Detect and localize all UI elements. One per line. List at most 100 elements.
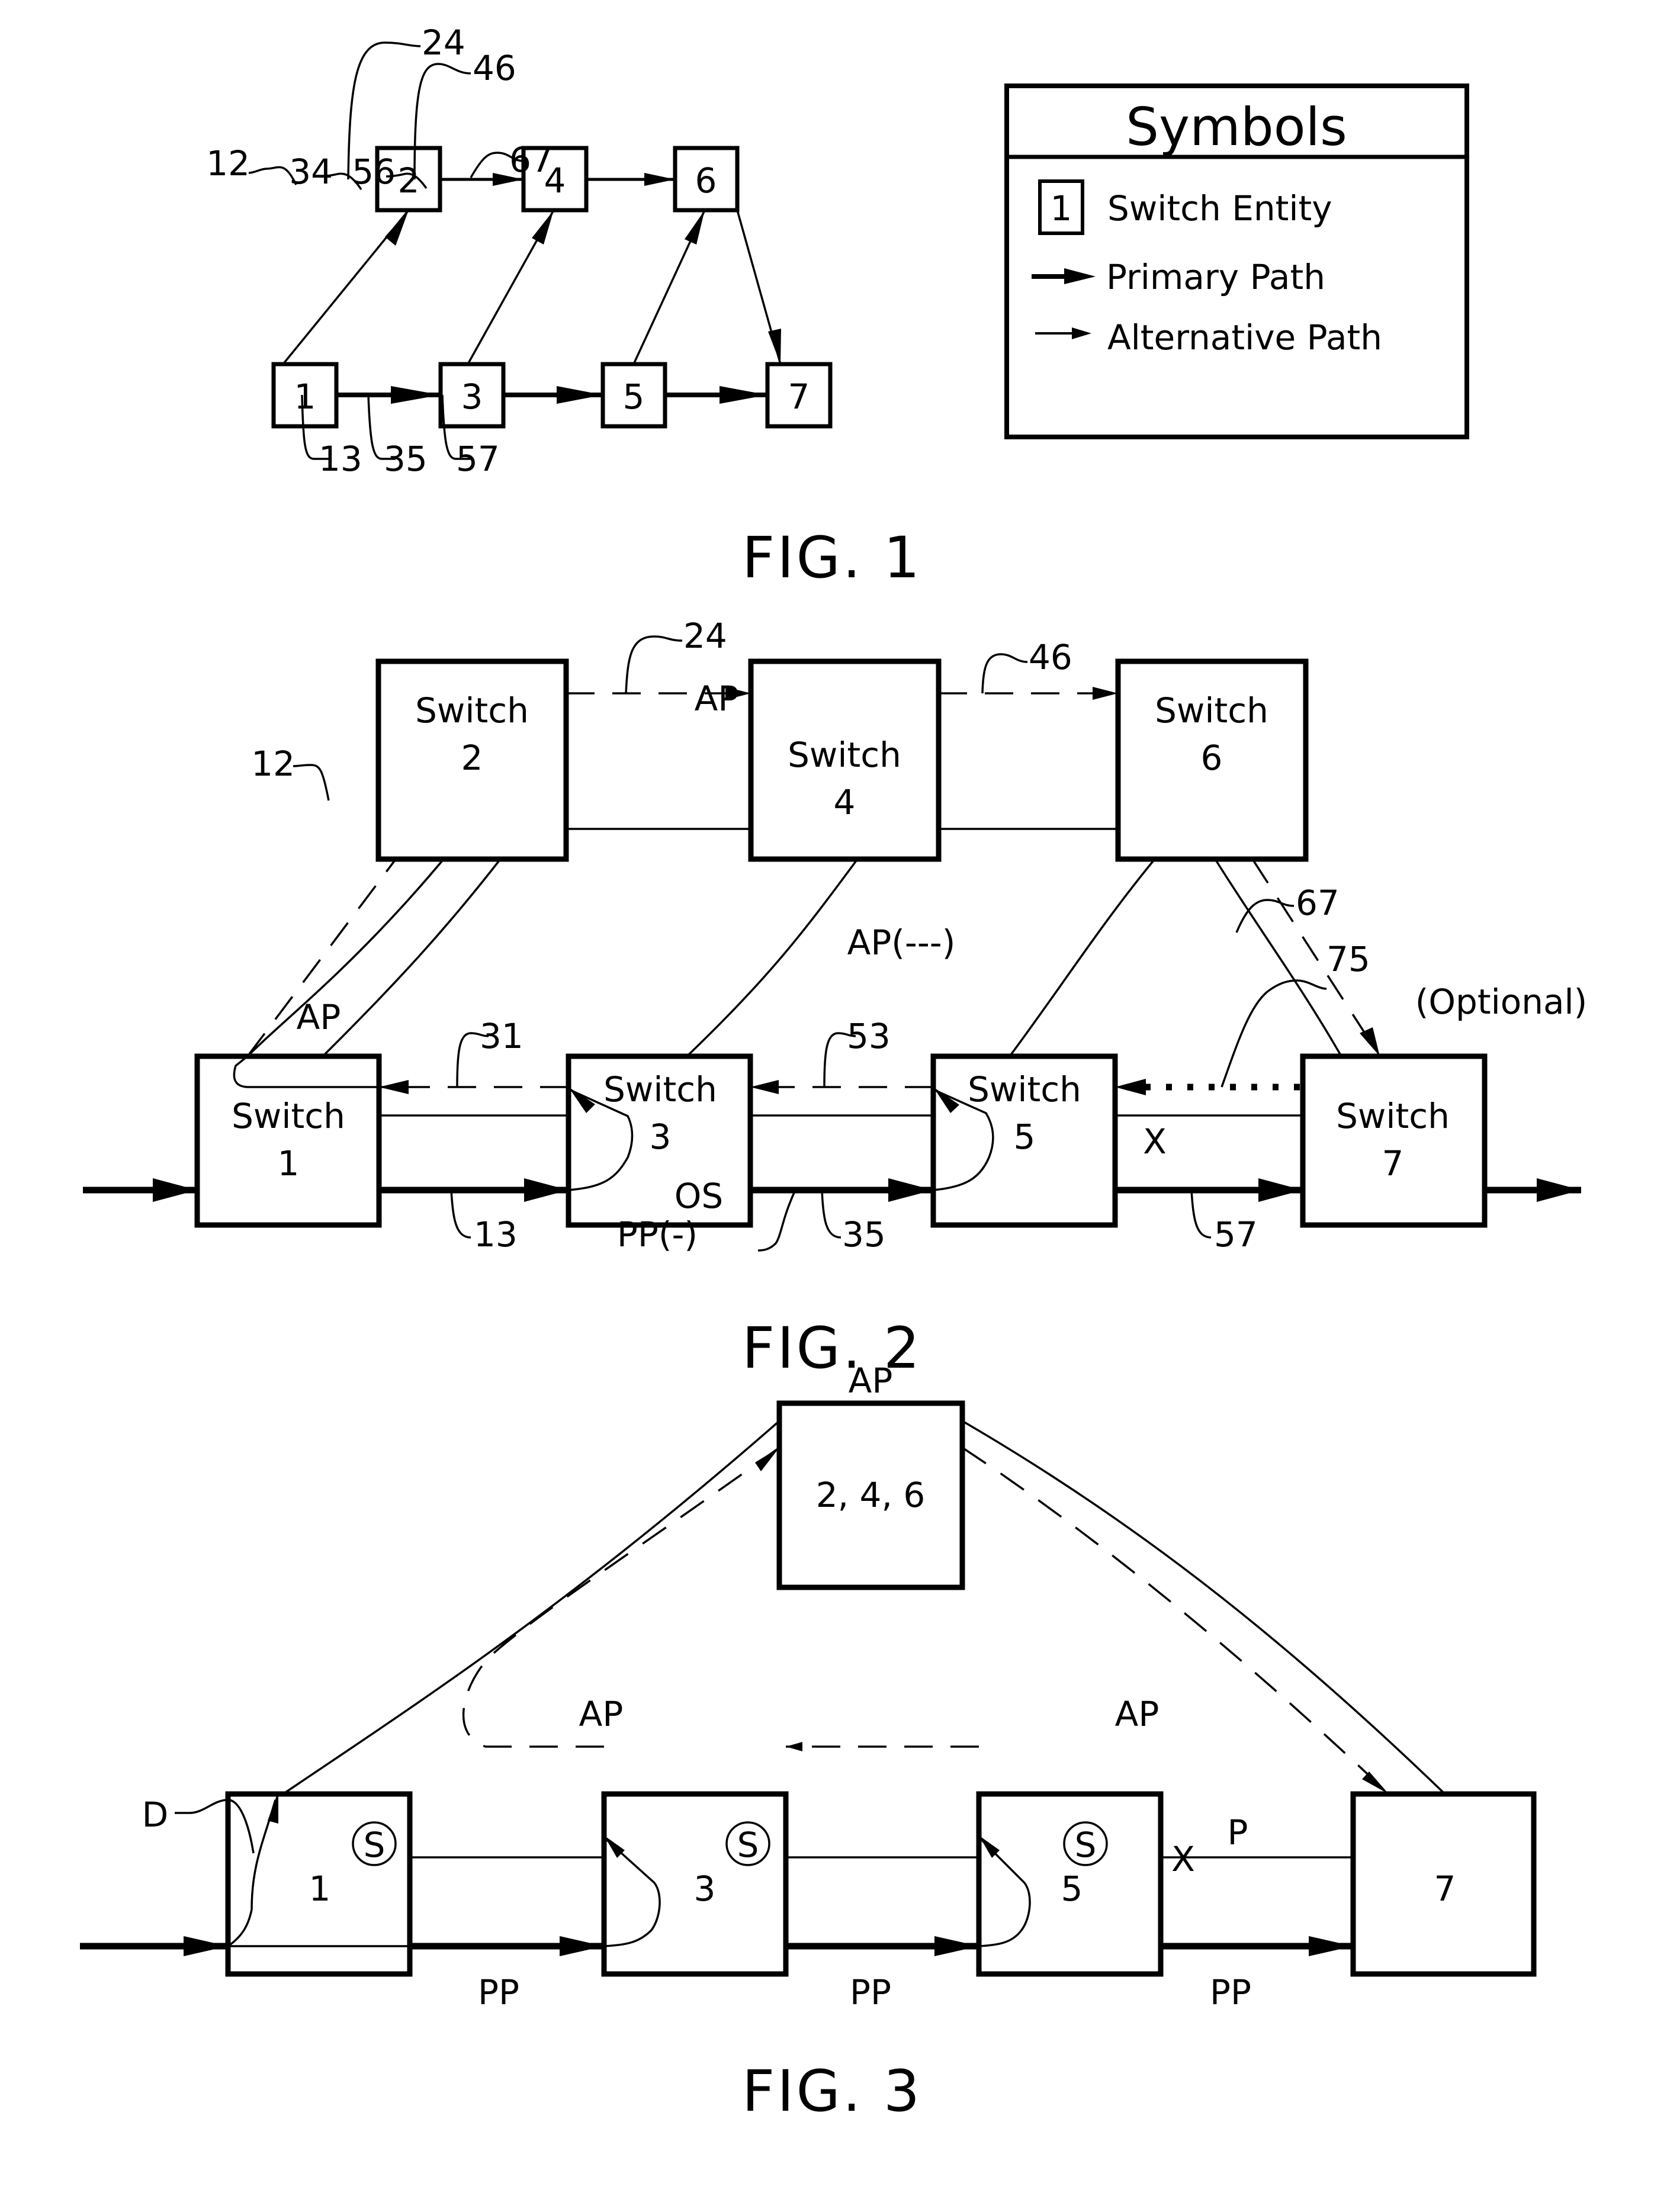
symbols-legend: Symbols 1 Switch Entity Primary Path Alt…: [1004, 83, 1469, 439]
ref-35: 35: [384, 439, 428, 479]
node-label: 7: [788, 377, 810, 417]
fig2-switch-6: Switch 6: [1115, 658, 1309, 862]
s-marker: S: [1075, 1825, 1097, 1865]
fig1-caption: FIG. 1: [742, 525, 922, 591]
fig1-node-3: 3: [438, 362, 506, 429]
ref-13: 13: [319, 439, 362, 479]
ref-34: 34: [289, 152, 333, 192]
switch-number: 7: [1382, 1143, 1404, 1184]
patent-drawing-sheet: 1 2 3 4 5 6 7 24 46 12 34 56 67 13 35 57…: [80, 22, 1587, 2124]
legend-alternative-path: Alternative Path: [1107, 317, 1382, 358]
ref-24: 24: [422, 22, 465, 63]
arrowhead-icon: [385, 210, 409, 246]
legend-entity-number: 1: [1051, 188, 1072, 229]
arrowhead-icon: [685, 210, 705, 245]
arrowhead-icon: [888, 1178, 933, 1202]
switch-word: Switch: [968, 1069, 1081, 1110]
fig3-node-7: 7: [1350, 1791, 1537, 1977]
fig3-node-3: S3: [601, 1791, 789, 1977]
fig3-ap-group: 2, 4, 6: [776, 1400, 965, 1590]
pp-legend: PP(-): [617, 1214, 698, 1255]
ref-31: 31: [480, 1016, 523, 1056]
legend-switch-entity: Switch Entity: [1107, 188, 1332, 229]
arrowhead-icon: [934, 1936, 979, 1956]
arrowhead-icon: [768, 329, 781, 364]
node-label: 5: [1061, 1869, 1083, 1909]
ref-53: 53: [847, 1016, 891, 1056]
ref-46: 46: [473, 48, 516, 88]
optional-label: (Optional): [1415, 982, 1587, 1022]
s-marker: S: [737, 1825, 759, 1865]
fig3-caption: FIG. 3: [742, 2058, 922, 2124]
switch-number: 6: [1201, 738, 1223, 778]
arrowhead-icon: [1362, 1771, 1389, 1794]
fig1-primary-path: [336, 386, 767, 404]
node-label: 1: [294, 377, 316, 417]
fig2: Switch 2 Switch 4 Switch 6 Switch 1 Switch 3O…: [83, 616, 1587, 1381]
link-failure-mark: X: [1143, 1121, 1167, 1162]
ap-label: AP: [297, 997, 341, 1037]
switch-word: Switch: [1155, 690, 1268, 731]
fig2-caption: FIG. 2: [742, 1315, 922, 1381]
arrowhead-icon: [755, 1448, 779, 1471]
ap-label: AP: [695, 679, 739, 719]
ref-46: 46: [1029, 637, 1072, 677]
fig2-switch-7: Switch 7: [1300, 1053, 1488, 1228]
switch-word: Switch: [1336, 1096, 1450, 1136]
switch-number: 1: [278, 1143, 300, 1184]
ap-label: AP: [1115, 1694, 1159, 1734]
node-label: 3: [461, 377, 483, 417]
fig2-switch-2: Switch 2: [375, 658, 569, 862]
link-failure-mark: X: [1171, 1839, 1195, 1879]
arrowhead-icon: [391, 386, 441, 404]
arrowhead-icon: [1309, 1936, 1353, 1956]
arrowhead-icon: [1258, 1178, 1303, 1202]
fig3-node-5: S5: [976, 1791, 1164, 1977]
pp-label: PP: [1210, 1972, 1251, 2012]
fig2-switch-1: Switch 1: [194, 1053, 382, 1228]
ap-legend: AP(---): [847, 922, 956, 963]
legend-title: Symbols: [1126, 97, 1347, 157]
node-label: 3: [694, 1869, 716, 1909]
arrowhead-icon: [720, 386, 767, 404]
s-marker: S: [364, 1825, 386, 1865]
node-label: 6: [695, 160, 717, 201]
node-label: 2: [398, 160, 420, 201]
ref-67: 67: [1296, 883, 1340, 923]
fig2-switch-4: Switch 4: [748, 658, 942, 862]
ap-box-label: 2, 4, 6: [816, 1475, 925, 1515]
switch-word: Switch: [415, 690, 529, 731]
arrowhead-icon: [1537, 1178, 1581, 1202]
arrowhead-icon: [524, 1178, 568, 1202]
switch-word: Switch: [788, 735, 901, 775]
ref-75: 75: [1326, 939, 1370, 979]
switch-word: Switch: [603, 1069, 717, 1110]
fig1-node-5: 5: [600, 362, 667, 429]
p-label: P: [1228, 1812, 1248, 1853]
ref-13: 13: [474, 1214, 518, 1255]
os-label: OS: [674, 1176, 723, 1216]
fig2-switch-5: Switch 5: [930, 1053, 1118, 1228]
arrowhead-icon: [532, 210, 554, 245]
fig1: 1 2 3 4 5 6 7 24 46 12 34 56 67 13 35 57…: [206, 22, 922, 591]
switch-number: 5: [1014, 1117, 1036, 1157]
node-label: 7: [1434, 1869, 1456, 1909]
arrowhead-icon: [1115, 1079, 1146, 1095]
ref-12: 12: [251, 744, 295, 784]
arrowhead-icon: [560, 1936, 604, 1956]
fig1-node-1: 1: [271, 362, 339, 429]
ap-label: AP: [849, 1361, 893, 1401]
node-label: 1: [309, 1869, 331, 1909]
arrowhead-icon: [750, 1080, 779, 1094]
ref-67: 67: [509, 140, 553, 180]
ref-24: 24: [683, 616, 727, 656]
switch-number: 4: [834, 782, 856, 822]
ref-12: 12: [206, 143, 250, 184]
pp-label: PP: [478, 1972, 519, 2012]
arrowhead-icon: [379, 1080, 409, 1094]
arrowhead-icon: [1093, 687, 1118, 700]
fig1-node-7: 7: [765, 362, 833, 429]
switch-number: 3: [650, 1117, 672, 1157]
legend-primary-path: Primary Path: [1106, 257, 1325, 297]
node-label: 5: [623, 377, 645, 417]
